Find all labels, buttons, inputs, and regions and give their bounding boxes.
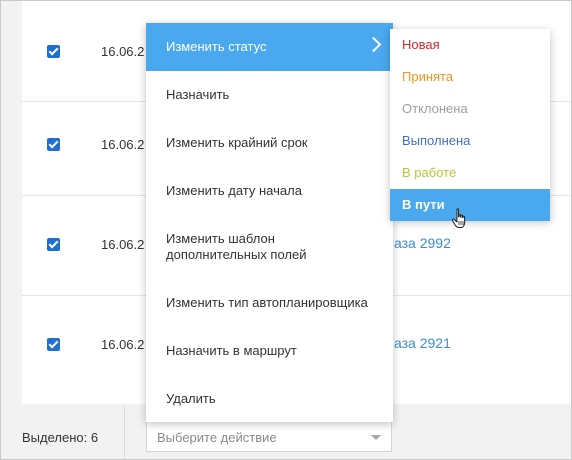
- status-option-new[interactable]: Новая: [390, 29, 550, 61]
- menu-item-change-fields-template[interactable]: Изменить шаблон дополнительных полей: [146, 231, 346, 263]
- menu-item-assign-route[interactable]: Назначить в маршрут: [146, 343, 393, 359]
- row-date: 16.06.2: [101, 137, 145, 152]
- status-option-completed[interactable]: Выполнена: [390, 125, 550, 157]
- menu-item-label: Назначить: [166, 87, 230, 102]
- menu-item-assign[interactable]: Назначить: [146, 87, 393, 103]
- menu-item-delete[interactable]: Удалить: [146, 391, 393, 407]
- order-link[interactable]: аза 2921: [394, 335, 451, 351]
- menu-item-label: Удалить: [166, 391, 216, 406]
- selected-count: Выделено: 6: [22, 430, 99, 445]
- row-checkbox[interactable]: [47, 338, 60, 351]
- status-option-accepted[interactable]: Принята: [390, 61, 550, 93]
- menu-item-label: Изменить статус: [166, 39, 267, 54]
- row-checkbox[interactable]: [47, 238, 60, 251]
- menu-item-change-status[interactable]: Изменить статус: [146, 23, 393, 71]
- actions-menu: Изменить статус Назначить Изменить крайн…: [146, 23, 393, 422]
- row-date: 16.06.2: [101, 237, 145, 252]
- menu-item-label: Назначить в маршрут: [166, 343, 297, 358]
- action-select[interactable]: Выберите действие: [146, 421, 392, 452]
- row-date: 16.06.2: [101, 44, 145, 59]
- row-checkbox[interactable]: [47, 138, 60, 151]
- chevron-right-icon: [365, 36, 382, 53]
- menu-item-change-deadline[interactable]: Изменить крайний срок: [146, 135, 393, 151]
- caret-down-icon: [371, 435, 381, 440]
- status-option-rejected[interactable]: Отклонена: [390, 93, 550, 125]
- window-frame: 16.06.2 16.06.2 16.06.2 аза 2992 16.06.2…: [0, 0, 572, 460]
- menu-item-change-start-date[interactable]: Изменить дату начала: [146, 183, 393, 199]
- menu-item-label: Изменить крайний срок: [166, 135, 308, 150]
- row-date: 16.06.2: [101, 337, 145, 352]
- menu-item-label: Изменить шаблон дополнительных полей: [166, 231, 307, 262]
- action-select-placeholder: Выберите действие: [157, 430, 277, 445]
- status-option-in-transit[interactable]: В пути: [390, 189, 550, 221]
- menu-item-label: Изменить тип автопланировщика: [166, 295, 368, 310]
- order-link[interactable]: аза 2992: [394, 235, 451, 251]
- status-option-in-progress[interactable]: В работе: [390, 157, 550, 189]
- menu-item-change-autoplanner-type[interactable]: Изменить тип автопланировщика: [146, 295, 393, 311]
- status-submenu: Новая Принята Отклонена Выполнена В рабо…: [390, 29, 550, 221]
- hand-pointer-icon: [451, 208, 466, 228]
- divider: [124, 405, 125, 459]
- menu-item-label: Изменить дату начала: [166, 183, 302, 198]
- row-checkbox[interactable]: [47, 45, 60, 58]
